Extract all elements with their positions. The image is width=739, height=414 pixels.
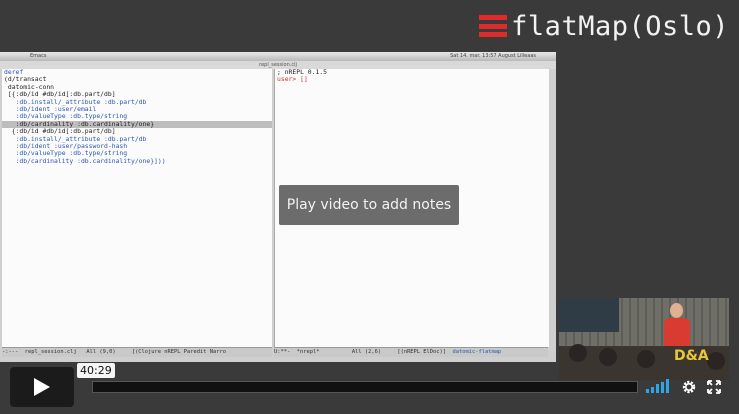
brand-logo-icon bbox=[479, 15, 508, 37]
conference-brand: flatMap(Oslo) bbox=[479, 6, 729, 46]
volume-bar bbox=[646, 389, 649, 393]
menubar-status: Sat 14. mar. 13:57 August Lilleaas bbox=[450, 53, 536, 59]
editor-pane-left: deref (d/transact datomic-conn [{:db/id #… bbox=[2, 69, 272, 347]
modeline-left: -:--- repl_session.clj All (9,0) [(Cloju… bbox=[2, 347, 272, 357]
play-icon bbox=[34, 378, 50, 396]
brand-title: flatMap(Oslo) bbox=[511, 10, 729, 42]
mac-menubar: Emacs Sat 14. mar. 13:57 August Lilleaas bbox=[0, 52, 556, 61]
code-line: :db/cardinality :db.cardinality/one}])) bbox=[4, 156, 166, 165]
gear-icon[interactable] bbox=[681, 379, 697, 395]
fullscreen-icon[interactable] bbox=[706, 379, 722, 395]
code-line: ; nREPL 0.1.5 bbox=[277, 69, 328, 76]
progress-bar[interactable] bbox=[92, 381, 638, 393]
modeline-right: U:**- *nrepl* All (2,6) [(nREPL ElDoc)] … bbox=[274, 347, 548, 357]
audience-head bbox=[569, 344, 587, 362]
volume-bar bbox=[661, 381, 664, 393]
emacs-window-title: repl_session.clj bbox=[0, 61, 556, 69]
volume-bars-icon[interactable] bbox=[646, 379, 669, 393]
volume-bar bbox=[656, 384, 659, 393]
volume-bar bbox=[666, 379, 669, 393]
video-frame: Emacs Sat 14. mar. 13:57 August Lilleaas… bbox=[0, 52, 556, 362]
modeline-right-text: U:**- *nrepl* All (2,6) [(nREPL ElDoc)] bbox=[274, 349, 453, 355]
player-controls: 40:29 bbox=[0, 362, 739, 414]
camera-board bbox=[559, 298, 619, 332]
play-button[interactable] bbox=[10, 367, 74, 407]
menubar-app-name: Emacs bbox=[30, 53, 47, 59]
modeline-right-project: datomic-flatmap bbox=[452, 349, 502, 355]
volume-bar bbox=[651, 386, 654, 393]
code-line: user> [] bbox=[277, 75, 308, 84]
add-notes-overlay[interactable]: Play video to add notes bbox=[279, 185, 459, 225]
timecode-tooltip: 40:29 bbox=[77, 363, 115, 378]
speaker-head bbox=[670, 303, 683, 318]
